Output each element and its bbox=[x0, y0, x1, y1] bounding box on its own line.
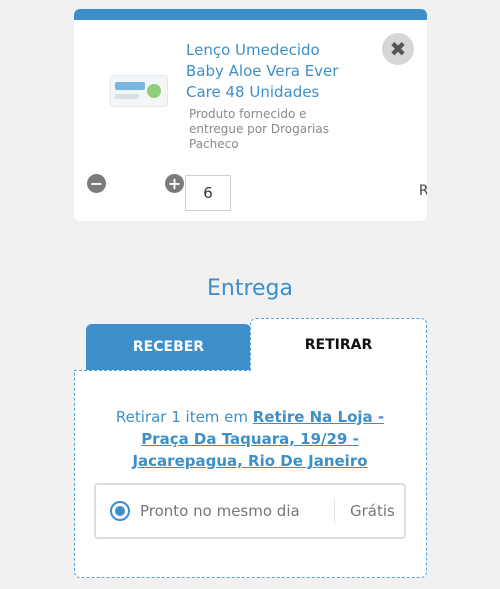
decrease-quantity-button[interactable]: − bbox=[87, 174, 106, 193]
pickup-panel bbox=[74, 370, 427, 578]
pickup-info: Retirar 1 item em Retire Na Loja - Praça… bbox=[94, 406, 406, 472]
product-name-link[interactable]: Lenço Umedecido Baby Aloe Vera Ever Care… bbox=[186, 40, 346, 103]
option-divider bbox=[334, 499, 335, 523]
minus-icon: − bbox=[89, 174, 104, 193]
option-label: Pronto no mesmo dia bbox=[140, 502, 300, 520]
delivery-section-title: Entrega bbox=[206, 276, 293, 301]
item-price: R$ 10,20 bbox=[418, 183, 427, 199]
seller-info: Produto fornecido e entregue por Drogari… bbox=[189, 107, 329, 151]
quantity-input[interactable] bbox=[185, 175, 231, 211]
close-icon: ✖ bbox=[389, 37, 407, 61]
card-top-bar bbox=[74, 9, 427, 20]
increase-quantity-button[interactable]: + bbox=[165, 174, 184, 193]
pickup-prefix: Retirar 1 item em bbox=[115, 408, 253, 426]
product-image[interactable] bbox=[110, 75, 168, 107]
cart-item-card: Lenço Umedecido Baby Aloe Vera Ever Care… bbox=[74, 9, 427, 221]
option-price: Grátis bbox=[350, 502, 395, 520]
pickup-option[interactable]: Pronto no mesmo dia Grátis bbox=[94, 483, 406, 539]
plus-icon: + bbox=[167, 174, 182, 193]
remove-item-button[interactable]: ✖ bbox=[382, 33, 414, 65]
tab-retirar[interactable]: RETIRAR bbox=[250, 318, 427, 372]
tab-receber[interactable]: RECEBER bbox=[86, 324, 251, 370]
option-radio[interactable] bbox=[110, 501, 130, 521]
